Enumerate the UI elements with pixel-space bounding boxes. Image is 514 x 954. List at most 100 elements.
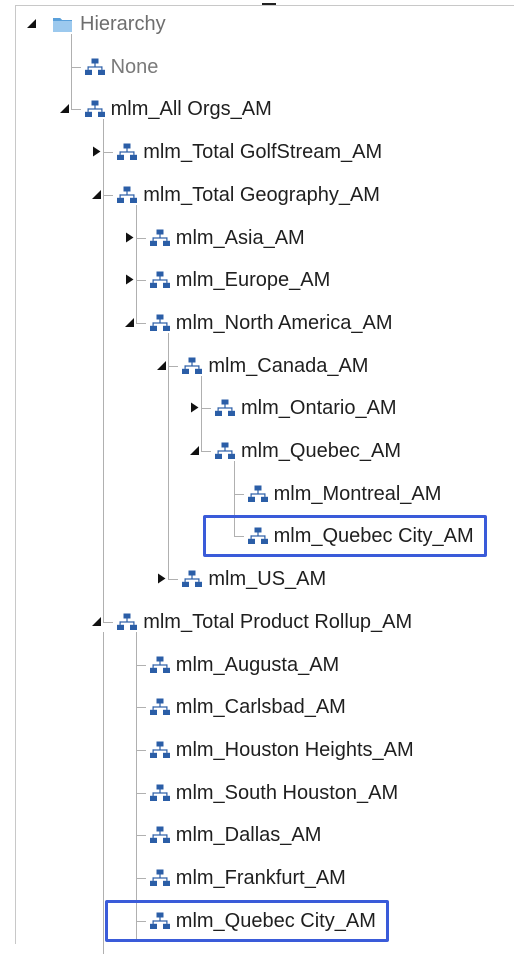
expand-arrow-icon[interactable] [189, 402, 200, 414]
tree-node-hierarchy[interactable]: Hierarchy [52, 9, 166, 39]
tree-connector-vertical [168, 332, 170, 580]
tree-connector-vertical [70, 34, 72, 110]
tree-connector-horizontal [135, 280, 146, 282]
expand-arrow-icon[interactable] [123, 231, 135, 243]
tree-connector-horizontal [201, 451, 211, 452]
tree-connector-vertical [201, 375, 202, 451]
tree-node-mlm-quebec-city-am[interactable]: mlm_Quebec City_AM [247, 521, 474, 551]
tree-connector-vertical [135, 204, 137, 323]
tree-node-label: mlm_Europe_AM [175, 269, 331, 292]
collapse-arrow-icon[interactable] [189, 445, 200, 456]
tree-connector-horizontal [233, 536, 244, 538]
tree-connector-horizontal [135, 707, 146, 709]
tree-node-mlm-quebec-am[interactable]: mlm_Quebec_AM [215, 436, 401, 466]
tree-connector-horizontal [70, 109, 81, 111]
hierarchy-tree: Hierarchy None mlm_All Orgs_AM mlm_Total Go… [0, 0, 514, 954]
tree-node-mlm-dallas-am[interactable]: mlm_Dallas_AM [149, 820, 322, 850]
tree-connector-horizontal [103, 194, 114, 196]
tree-connector-horizontal [168, 579, 179, 581]
tree-connector-vertical [103, 631, 105, 954]
hierarchy-icon [149, 912, 170, 930]
folder-icon [52, 15, 74, 33]
collapse-arrow-icon[interactable] [26, 18, 37, 29]
tree-connector-horizontal [135, 792, 146, 794]
tree-node-mlm-all-orgs-am[interactable]: mlm_All Orgs_AM [84, 94, 272, 124]
tree-connector-horizontal [135, 835, 146, 837]
hierarchy-icon [149, 314, 170, 332]
tree-node-label: mlm_Frankfurt_AM [175, 867, 346, 889]
expand-arrow-icon[interactable] [123, 274, 135, 286]
tree-node-mlm-europe-am[interactable]: mlm_Europe_AM [149, 265, 331, 295]
hierarchy-icon [149, 741, 170, 759]
hierarchy-icon [149, 229, 170, 247]
tree-node-label: mlm_Canada_AM [208, 354, 369, 377]
tree-node-mlm-montreal-am[interactable]: mlm_Montreal_AM [247, 479, 442, 509]
tree-connector-horizontal [135, 920, 146, 922]
tree-connector-horizontal [70, 66, 81, 68]
tree-node-mlm-canada-am[interactable]: mlm_Canada_AM [182, 351, 368, 381]
panel-top-marker [262, 3, 276, 5]
tree-connector-horizontal [103, 152, 114, 154]
tree-node-mlm-north-america-am[interactable]: mlm_North America_AM [149, 308, 393, 338]
hierarchy-icon [117, 143, 138, 161]
tree-node-mlm-ontario-am[interactable]: mlm_Ontario_AM [215, 393, 397, 423]
tree-node-mlm-total-golfstream-am[interactable]: mlm_Total GolfStream_AM [117, 137, 382, 167]
tree-node-label: mlm_Quebec City_AM [273, 525, 474, 548]
tree-connector-horizontal [135, 237, 146, 239]
tree-node-label: mlm_Ontario_AM [241, 397, 397, 420]
tree-node-label: mlm_South Houston_AM [175, 781, 399, 804]
collapse-arrow-icon[interactable] [91, 615, 103, 627]
hierarchy-icon [215, 442, 235, 460]
tree-node-mlm-total-geography-am[interactable]: mlm_Total Geography_AM [117, 180, 380, 210]
hierarchy-icon [149, 784, 170, 802]
tree-node-label: mlm_Augusta_AM [175, 653, 340, 676]
tree-node-label: mlm_Quebec City_AM [175, 909, 376, 932]
hierarchy-icon [247, 485, 268, 503]
expand-arrow-icon[interactable] [156, 573, 168, 585]
collapse-arrow-icon[interactable] [91, 188, 103, 200]
tree-connector-horizontal [168, 365, 179, 367]
collapse-arrow-icon[interactable] [123, 316, 135, 328]
tree-connector-horizontal [103, 621, 114, 623]
tree-node-label: mlm_Quebec_AM [241, 440, 402, 462]
tree-node-label: mlm_Asia_AM [175, 226, 305, 249]
hierarchy-icon [84, 58, 105, 76]
tree-connector-horizontal [135, 664, 146, 666]
hierarchy-icon [247, 527, 268, 545]
tree-node-mlm-augusta-am[interactable]: mlm_Augusta_AM [149, 650, 340, 680]
hierarchy-icon [149, 826, 170, 844]
tree-node-mlm-south-houston-am[interactable]: mlm_South Houston_AM [149, 778, 399, 808]
tree-node-label: Hierarchy [80, 13, 166, 35]
collapse-arrow-icon[interactable] [156, 359, 168, 371]
tree-node-label: mlm_Houston Heights_AM [175, 738, 414, 761]
tree-node-mlm-quebec-city-am[interactable]: mlm_Quebec City_AM [149, 906, 376, 936]
panel-top-border [15, 5, 514, 6]
hierarchy-icon [149, 698, 170, 716]
tree-node-mlm-total-product-rollup-am[interactable]: mlm_Total Product Rollup_AM [117, 607, 412, 637]
tree-node-label: mlm_North America_AM [175, 311, 393, 334]
hierarchy-icon [149, 271, 170, 289]
tree-connector-horizontal [233, 493, 244, 495]
tree-connector-vertical [233, 461, 235, 537]
panel-left-border [15, 5, 16, 944]
hierarchy-icon [215, 399, 235, 417]
tree-node-label: mlm_Dallas_AM [175, 824, 322, 847]
tree-connector-vertical [135, 920, 137, 941]
tree-node-label: mlm_Montreal_AM [273, 482, 442, 505]
tree-node-mlm-frankfurt-am[interactable]: mlm_Frankfurt_AM [149, 863, 346, 893]
hierarchy-icon [149, 656, 170, 674]
tree-node-label: mlm_All Orgs_AM [110, 98, 272, 121]
tree-node-mlm-carlsbad-am[interactable]: mlm_Carlsbad_AM [149, 692, 346, 722]
expand-arrow-icon[interactable] [91, 146, 103, 158]
tree-node-label: None [110, 55, 159, 78]
tree-connector-horizontal [135, 749, 146, 751]
hierarchy-icon [149, 869, 170, 887]
hierarchy-icon [182, 357, 203, 375]
tree-node-none[interactable]: None [84, 52, 159, 82]
tree-node-label: mlm_Total Product Rollup_AM [143, 610, 413, 633]
tree-node-mlm-asia-am[interactable]: mlm_Asia_AM [149, 223, 305, 253]
hierarchy-icon [84, 100, 105, 118]
tree-node-mlm-houston-heights-am[interactable]: mlm_Houston Heights_AM [149, 735, 414, 765]
tree-node-mlm-us-am[interactable]: mlm_US_AM [182, 564, 326, 594]
collapse-arrow-icon[interactable] [58, 103, 70, 115]
